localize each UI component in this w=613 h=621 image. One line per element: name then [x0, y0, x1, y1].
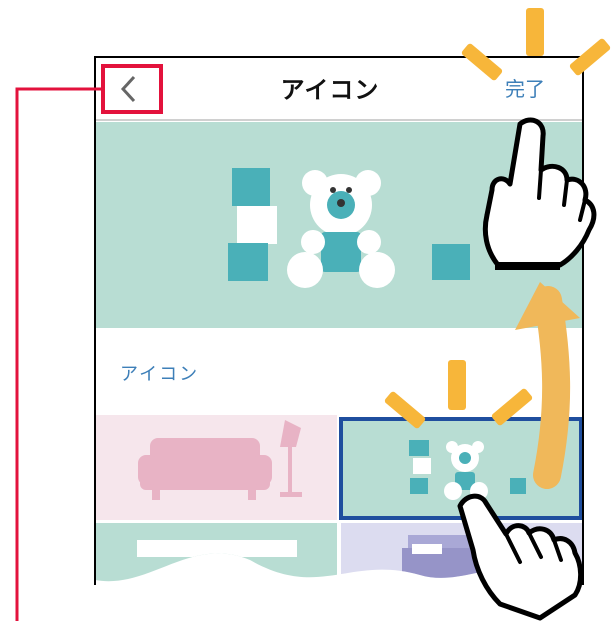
icon-option-sofa[interactable] — [95, 415, 337, 520]
section-label: アイコン — [120, 364, 200, 385]
callout-line — [15, 87, 103, 621]
phone-screen — [95, 57, 583, 593]
page-title: アイコン — [280, 76, 380, 104]
icon-option-whiteboard[interactable] — [95, 523, 337, 593]
whiteboard-icon — [137, 540, 297, 557]
back-button[interactable] — [103, 66, 161, 112]
done-button[interactable]: 完了 — [505, 73, 545, 102]
curved-arrow-icon — [533, 286, 571, 489]
